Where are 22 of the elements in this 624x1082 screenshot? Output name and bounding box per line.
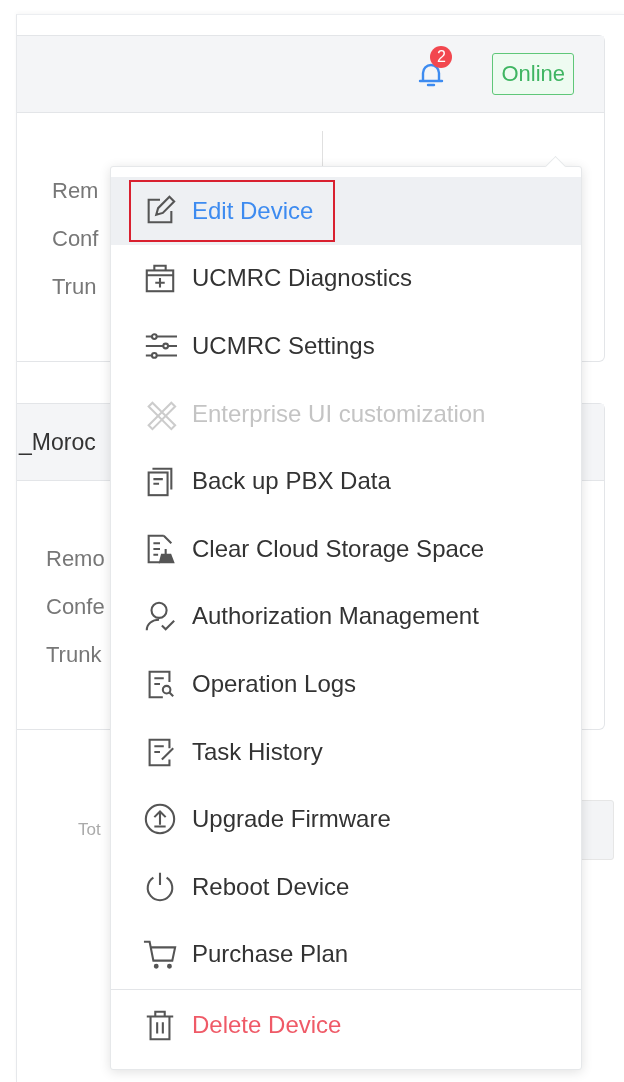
field-label: Remo: [46, 546, 105, 572]
field-label: Conf: [52, 226, 99, 252]
field-label: Confe: [46, 594, 105, 620]
menu-item[interactable]: Operation Logs: [111, 650, 581, 718]
menu-item[interactable]: Back up PBX Data: [111, 447, 581, 515]
menu-item[interactable]: Task History: [111, 717, 581, 786]
upload-circle-icon: [143, 802, 177, 837]
total-label: Tot: [78, 820, 101, 840]
menu-item[interactable]: UCMRC Settings: [111, 312, 581, 380]
menu-item[interactable]: Purchase Plan: [111, 920, 581, 989]
card-title: _Moroc: [19, 428, 96, 456]
field-label: Trun: [52, 274, 97, 300]
menu-item[interactable]: Authorization Management: [111, 582, 581, 651]
notification-badge: 2: [430, 46, 453, 68]
field-label: Rem: [52, 178, 99, 204]
field-label: Trunk: [46, 642, 102, 668]
menu-item[interactable]: UCMRC Diagnostics: [111, 244, 581, 313]
person-check-icon: [143, 599, 177, 634]
menu-item[interactable]: Upgrade Firmware: [111, 785, 581, 853]
menu-item[interactable]: Reboot Device: [111, 852, 581, 921]
status-tag: Online: [492, 53, 574, 95]
menu-item[interactable]: Clear Cloud Storage Space: [111, 514, 581, 583]
